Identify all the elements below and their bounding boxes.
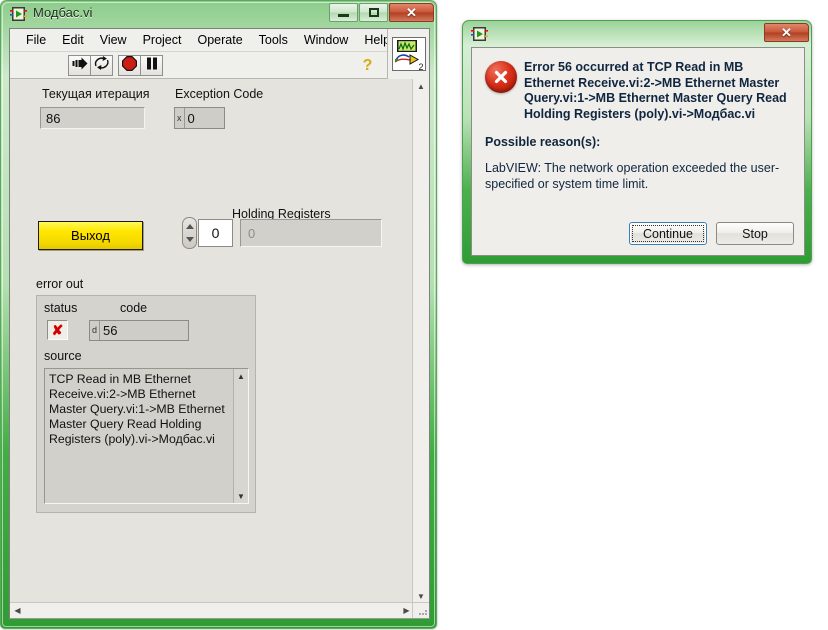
abort-execution-icon (122, 55, 137, 76)
toolbar: ? (10, 52, 429, 79)
run-continuously-button[interactable] (90, 55, 113, 76)
minimize-button[interactable] (329, 3, 358, 22)
code-value: 56 (99, 321, 188, 340)
vi-icon-panel[interactable]: 2 (387, 29, 429, 79)
dialog-titlebar[interactable]: ✕ (463, 21, 813, 47)
labview-front-panel-window: Модбас.vi ✕ File Edit View Project Opera… (0, 0, 437, 629)
vi-connector-icon: 2 (391, 37, 426, 72)
possible-reasons-header: Possible reason(s): (485, 135, 601, 149)
menu-item-view[interactable]: View (92, 31, 135, 50)
vi-titlebar[interactable]: Модбас.vi ✕ (1, 1, 438, 28)
dialog-button-row: Continue Stop (629, 222, 794, 245)
source-scroll-up-icon[interactable]: ▲ (234, 369, 248, 383)
source-text: TCP Read in MB Ethernet Receive.vi:2->MB… (49, 372, 225, 446)
array-index-stepper[interactable] (182, 217, 197, 249)
error-circle-icon (485, 61, 517, 93)
abort-execution-button[interactable] (118, 55, 141, 76)
labview-vi-icon (10, 6, 27, 22)
source-textbox[interactable]: TCP Read in MB Ethernet Receive.vi:2->MB… (44, 368, 249, 504)
stepper-down-icon[interactable] (185, 237, 194, 242)
exception-code-radix: x (177, 112, 182, 123)
code-label: code (120, 301, 148, 315)
resize-grip[interactable] (412, 602, 429, 618)
error-dialog: ✕ Error 56 occurred at TCP Read in MB Et… (462, 20, 812, 264)
menu-item-tools[interactable]: Tools (251, 31, 296, 50)
array-element-value[interactable]: 0 (240, 219, 382, 247)
menu-item-project[interactable]: Project (135, 31, 190, 50)
scroll-up-icon[interactable]: ▲ (413, 79, 429, 94)
menubar: File Edit View Project Operate Tools Win… (10, 29, 429, 52)
scroll-left-icon[interactable]: ◀ (10, 603, 25, 618)
menu-item-window[interactable]: Window (296, 31, 356, 50)
run-button[interactable] (68, 55, 91, 76)
code-field: d 56 (89, 320, 189, 341)
status-indicator: ✘ (47, 320, 68, 340)
source-scrollbar[interactable]: ▲ ▼ (233, 369, 248, 503)
stop-button[interactable]: Stop (716, 222, 794, 245)
vi-icon-number: 2 (418, 62, 424, 72)
continue-button[interactable]: Continue (629, 222, 707, 245)
error-out-cluster: status code ✘ d 56 source TCP Read in MB… (36, 295, 256, 513)
stepper-up-icon[interactable] (185, 224, 194, 229)
exception-code-field[interactable]: x 0 (174, 107, 225, 129)
vi-window-title: Модбас.vi (33, 5, 93, 20)
run-arrow-icon (72, 57, 88, 75)
code-radix: d (92, 325, 98, 335)
pause-icon (146, 57, 158, 75)
status-label: status (44, 301, 78, 315)
close-icon: ✕ (406, 4, 417, 20)
labview-vi-icon (471, 26, 488, 42)
array-index-value[interactable]: 0 (198, 219, 233, 247)
window-controls: ✕ (328, 3, 434, 22)
continue-button-label: Continue (642, 226, 694, 241)
maximize-button[interactable] (359, 3, 388, 22)
source-scroll-down-icon[interactable]: ▼ (234, 489, 248, 503)
panel-vertical-scrollbar[interactable]: ▲ ▼ (412, 79, 429, 604)
panel-horizontal-scrollbar[interactable]: ◀ ▶ (10, 602, 414, 618)
menu-item-operate[interactable]: Operate (189, 31, 250, 50)
iteration-label: Текущая итерация (42, 87, 150, 101)
maximize-icon (360, 4, 387, 21)
screen-root: Модбас.vi ✕ File Edit View Project Opera… (0, 0, 828, 630)
pause-button[interactable] (140, 55, 163, 76)
menu-item-file[interactable]: File (18, 31, 54, 50)
menu-item-edit[interactable]: Edit (54, 31, 92, 50)
iteration-value: 86 (40, 107, 145, 129)
exit-button[interactable]: Выход (38, 221, 143, 250)
run-continuously-icon (94, 56, 110, 75)
close-button[interactable]: ✕ (389, 3, 434, 22)
error-out-label: error out (36, 277, 84, 291)
possible-reasons-text: LabVIEW: The network operation exceeded … (485, 161, 780, 191)
vi-client-area: File Edit View Project Operate Tools Win… (9, 28, 430, 619)
stop-button-label: Stop (742, 226, 768, 241)
exception-code-label: Exception Code (175, 87, 264, 101)
error-message: Error 56 occurred at TCP Read in MB Ethe… (524, 60, 787, 121)
context-help-icon[interactable]: ? (358, 56, 377, 75)
dialog-close-button[interactable]: ✕ (764, 23, 809, 42)
source-label: source (44, 349, 82, 363)
exception-code-value: 0 (183, 108, 225, 128)
front-panel-canvas: Текущая итерация 86 Exception Code x 0 В… (10, 79, 414, 604)
dialog-client-area: Error 56 occurred at TCP Read in MB Ethe… (471, 47, 805, 256)
minimize-icon (330, 4, 357, 21)
